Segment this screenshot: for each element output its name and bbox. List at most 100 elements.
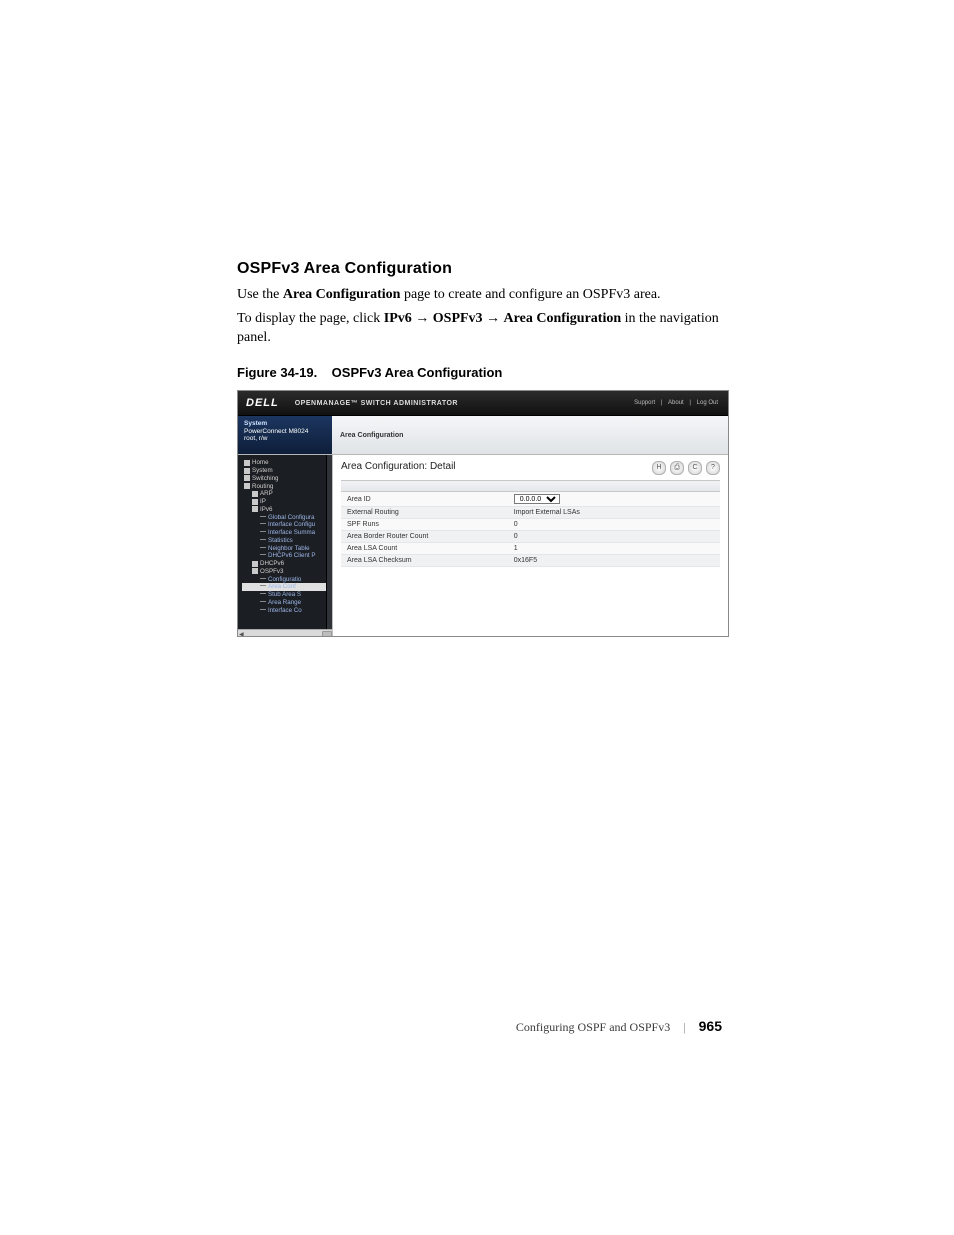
- tree-node-icon: [252, 506, 258, 512]
- table-row: SPF Runs0: [341, 519, 720, 531]
- tree-leaf-icon: [260, 609, 266, 610]
- help-button[interactable]: ?: [706, 461, 720, 475]
- nav-prefix: To display the page, click: [237, 311, 384, 326]
- page-footer: Configuring OSPF and OSPFv3 | 965: [0, 1018, 954, 1035]
- sidebar-item[interactable]: DHCPv6: [242, 560, 332, 568]
- sidebar-item-label: Statistics: [268, 537, 293, 544]
- figure-title: OSPFv3 Area Configuration: [332, 365, 503, 380]
- sidebar-item[interactable]: Interface Configu: [242, 521, 332, 529]
- sidebar-item[interactable]: DHCPv6 Client P: [242, 552, 332, 560]
- brand-logo: DELL: [246, 397, 279, 409]
- tree-node-icon: [252, 568, 258, 574]
- tree-leaf-icon: [260, 585, 266, 586]
- sidebar-item[interactable]: Routing: [242, 483, 332, 491]
- sidebar-item[interactable]: Switching: [242, 475, 332, 483]
- row-label: External Routing: [341, 507, 508, 519]
- intro-prefix: Use the: [237, 287, 283, 302]
- row-value: Import External LSAs: [508, 507, 720, 519]
- sidebar-item[interactable]: Configuratio: [242, 576, 332, 584]
- sidebar-item[interactable]: ARP: [242, 490, 332, 498]
- tree-node-icon: [252, 491, 258, 497]
- sidebar-item-label: Area Conf: [268, 583, 296, 590]
- tree-leaf-icon: [260, 523, 266, 524]
- row-value: 0x16F5: [508, 555, 720, 567]
- link-logout[interactable]: Log Out: [697, 400, 718, 406]
- sidebar-item-label: Routing: [252, 483, 273, 490]
- table-row: Area Border Router Count0: [341, 531, 720, 543]
- print-button[interactable]: ⎙: [670, 461, 684, 475]
- figure-ref: Figure 34-19.: [237, 365, 317, 380]
- chapter-title: Configuring OSPF and OSPFv3: [516, 1020, 670, 1034]
- link-about[interactable]: About: [668, 400, 684, 406]
- sidebar[interactable]: HomeSystemSwitchingRoutingARPIPIPv6Globa…: [238, 455, 332, 637]
- sidebar-item[interactable]: System: [242, 467, 332, 475]
- sidebar-item-label: IP: [260, 498, 266, 505]
- figure-caption: Figure 34-19. OSPFv3 Area Configuration: [237, 365, 727, 380]
- sidebar-item-label: ARP: [260, 490, 273, 497]
- tree-leaf-icon: [260, 531, 266, 532]
- tree-leaf-icon: [260, 539, 266, 540]
- scrollbar-horizontal[interactable]: ◀: [238, 629, 332, 637]
- sidebar-item[interactable]: Home: [242, 459, 332, 467]
- row-value: 0: [508, 531, 720, 543]
- sidebar-item[interactable]: Area Conf: [242, 583, 332, 591]
- tree-node-icon: [252, 561, 258, 567]
- sidebar-item[interactable]: Neighbor Table: [242, 545, 332, 553]
- device-name: PowerConnect M8024: [244, 428, 326, 435]
- breadcrumb-label: Area Configuration: [340, 432, 403, 439]
- tree-leaf-icon: [260, 601, 266, 602]
- sidebar-item-label: Neighbor Table: [268, 545, 310, 552]
- top-links: Support | About | Log Out: [632, 400, 720, 406]
- tab-bar: [341, 480, 720, 492]
- intro-suffix: page to create and configure an OSPFv3 a…: [400, 287, 660, 302]
- sidebar-item[interactable]: OSPFv3: [242, 568, 332, 576]
- table-row: Area LSA Count1: [341, 543, 720, 555]
- row-value: 1: [508, 543, 720, 555]
- table-row: External RoutingImport External LSAs: [341, 507, 720, 519]
- nav-b3: Area Configuration: [504, 311, 622, 326]
- tree-leaf-icon: [260, 554, 266, 555]
- arrow-icon: →: [412, 311, 433, 326]
- refresh-button[interactable]: C: [688, 461, 702, 475]
- area-id-select[interactable]: 0.0.0.0: [514, 494, 560, 504]
- tree-node-icon: [244, 460, 250, 466]
- sidebar-item[interactable]: Global Configura: [242, 514, 332, 522]
- sidebar-item-label: IPv6: [260, 506, 272, 513]
- nav-b1: IPv6: [384, 311, 412, 326]
- sidebar-item-label: System: [252, 467, 273, 474]
- sidebar-item[interactable]: IP: [242, 498, 332, 506]
- toolbar: H ⎙ C ?: [652, 461, 720, 475]
- table-row: Area ID0.0.0.0: [341, 492, 720, 507]
- system-block: System PowerConnect M8024 root, r/w: [238, 416, 332, 454]
- sidebar-item-label: DHCPv6: [260, 560, 284, 567]
- section-heading: OSPFv3 Area Configuration: [237, 260, 727, 278]
- sidebar-item[interactable]: Area Range: [242, 599, 332, 607]
- tree-node-icon: [244, 475, 250, 481]
- sidebar-item-label: Switching: [252, 475, 278, 482]
- page-number: 965: [699, 1018, 722, 1034]
- app-topbar: DELL OPENMANAGE™ SWITCH ADMINISTRATOR Su…: [238, 391, 728, 416]
- sidebar-item[interactable]: Interface Summa: [242, 529, 332, 537]
- sidebar-item-label: Global Configura: [268, 514, 314, 521]
- sidebar-item[interactable]: Interface Co: [242, 607, 332, 615]
- sidebar-item[interactable]: Stub Area S: [242, 591, 332, 599]
- scroll-left-icon[interactable]: ◀: [239, 631, 244, 637]
- sidebar-item-label: Area Range: [268, 599, 301, 606]
- tree-leaf-icon: [260, 578, 266, 579]
- sidebar-item-label: Home: [252, 459, 269, 466]
- footer-separator: |: [683, 1020, 685, 1034]
- sidebar-item-label: Stub Area S: [268, 591, 301, 598]
- app-title: OPENMANAGE™ SWITCH ADMINISTRATOR: [295, 400, 458, 407]
- sidebar-item-label: Configuratio: [268, 576, 301, 583]
- sidebar-item[interactable]: Statistics: [242, 537, 332, 545]
- link-support[interactable]: Support: [634, 400, 655, 406]
- sidebar-item[interactable]: IPv6: [242, 506, 332, 514]
- save-button[interactable]: H: [652, 461, 666, 475]
- scroll-right-icon[interactable]: [322, 631, 332, 637]
- sidebar-item-label: Interface Co: [268, 607, 302, 614]
- sidebar-item-label: Interface Configu: [268, 521, 315, 528]
- detail-table: Area ID0.0.0.0External RoutingImport Ext…: [341, 492, 720, 567]
- table-row: Area LSA Checksum0x16F5: [341, 555, 720, 567]
- sidebar-item-label: DHCPv6 Client P: [268, 552, 315, 559]
- tree-leaf-icon: [260, 547, 266, 548]
